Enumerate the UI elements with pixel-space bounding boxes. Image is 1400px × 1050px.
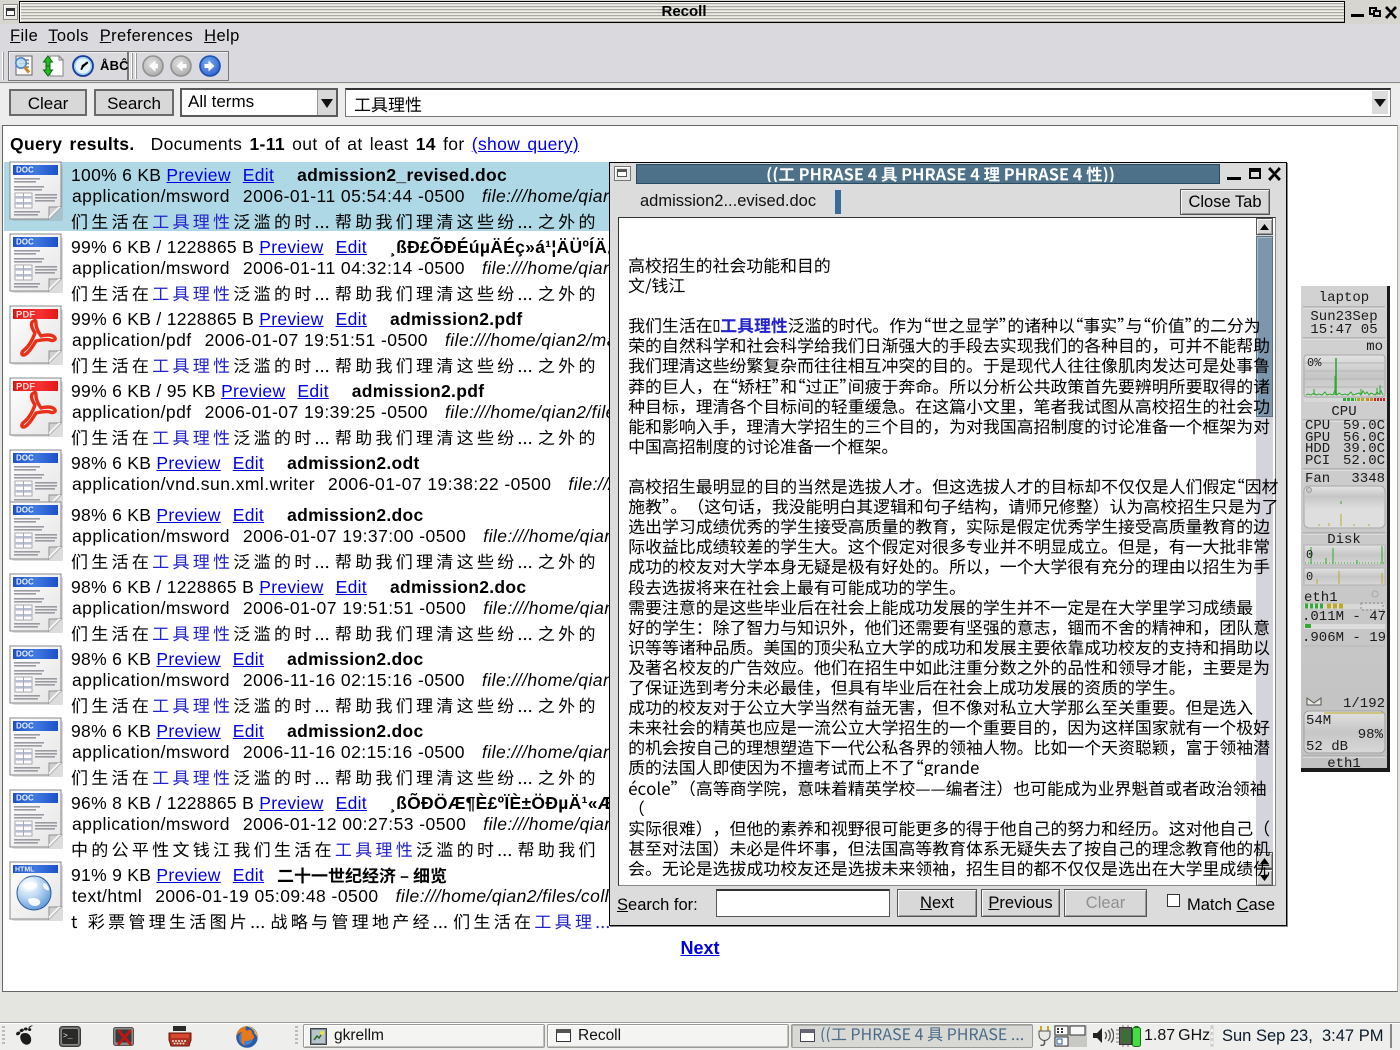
svg-text:Fan: Fan — [1305, 471, 1330, 487]
svg-text:3348: 3348 — [1351, 471, 1385, 487]
svg-text:0: 0 — [1306, 570, 1313, 584]
svg-text:.011M - 47.7: .011M - 47.7 — [1302, 609, 1391, 625]
svg-text:0: 0 — [1306, 548, 1313, 562]
svg-text:.906M - 190.: .906M - 190. — [1302, 630, 1391, 646]
svg-text:mo: mo — [1366, 339, 1383, 355]
svg-text:98%: 98% — [1358, 727, 1384, 743]
svg-text:52.0C: 52.0C — [1343, 453, 1385, 469]
svg-text:0%: 0% — [1307, 356, 1322, 370]
svg-text:laptop: laptop — [1319, 290, 1369, 306]
svg-text:54M: 54M — [1306, 713, 1331, 729]
svg-text:15:47 05: 15:47 05 — [1310, 322, 1377, 338]
svg-text:1/192: 1/192 — [1343, 696, 1385, 712]
svg-text:52 dB: 52 dB — [1306, 739, 1348, 755]
svg-text:PCI: PCI — [1305, 453, 1330, 469]
svg-text:>_: >_ — [63, 1032, 73, 1041]
